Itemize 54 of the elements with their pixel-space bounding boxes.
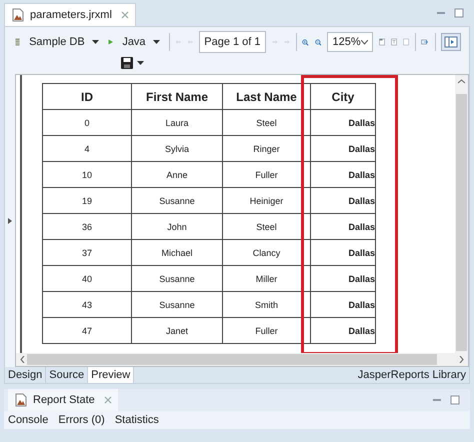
table-cell: Smith [222, 292, 310, 318]
table-cell: Clancy [222, 240, 310, 266]
table-cell: 36 [42, 214, 132, 240]
table-cell: John [132, 214, 222, 240]
table-cell: 10 [42, 162, 132, 188]
table-cell: Dallas [310, 136, 376, 162]
table-cell: Dallas [310, 188, 376, 214]
table-cell: Dallas [310, 110, 376, 136]
table-cell: Dallas [310, 214, 376, 240]
column-header: ID [42, 84, 132, 110]
table-cell: Steel [222, 110, 310, 136]
panel-title: Report State [33, 394, 95, 406]
language-dropdown[interactable]: Java [119, 36, 163, 48]
table-cell: Fuller [222, 318, 310, 344]
table-cell: 4 [42, 136, 132, 162]
table-cell: Michael [132, 240, 222, 266]
table-cell: Susanne [132, 292, 222, 318]
table-cell: Laura [132, 110, 222, 136]
table-cell: Susanne [132, 266, 222, 292]
tab-title: parameters.jrxml [30, 9, 112, 21]
table-cell: Steel [222, 214, 310, 240]
table-cell: 40 [42, 266, 132, 292]
table-cell: Dallas [310, 292, 376, 318]
editor-tab[interactable]: parameters.jrxml [4, 3, 136, 26]
table-cell: Susanne [132, 188, 222, 214]
panel-subtab[interactable]: Console [8, 414, 48, 426]
panel-subtab[interactable]: Errors (0) [58, 414, 105, 426]
table-cell: Ringer [222, 136, 310, 162]
table-cell: Dallas [310, 240, 376, 266]
column-header: City [310, 84, 376, 110]
zoom-combo[interactable]: 125% [327, 32, 373, 52]
column-header: First Name [132, 84, 222, 110]
data-adapter-dropdown[interactable]: Sample DB [26, 36, 102, 48]
editor-mode-tab[interactable]: Design [5, 367, 46, 383]
table-cell: Heiniger [222, 188, 310, 214]
table-cell: 0 [42, 110, 132, 136]
page-field[interactable]: Page 1 of 1 [199, 31, 266, 53]
table-cell: 37 [42, 240, 132, 266]
table-cell: Dallas [310, 318, 376, 344]
library-label: JasperReports Library [358, 369, 467, 381]
column-header: Last Name [222, 84, 310, 110]
table-cell: 19 [42, 188, 132, 214]
editor-mode-tab[interactable]: Preview [88, 367, 134, 383]
table-cell: Dallas [310, 266, 376, 292]
table-cell: Sylvia [132, 136, 222, 162]
table-cell: Fuller [222, 162, 310, 188]
table-cell: Miller [222, 266, 310, 292]
table-cell: Janet [132, 318, 222, 344]
table-cell: 47 [42, 318, 132, 344]
panel-tab[interactable]: Report State [8, 389, 118, 411]
table-cell: 43 [42, 292, 132, 318]
table-cell: Dallas [310, 162, 376, 188]
panel-subtab[interactable]: Statistics [114, 414, 159, 426]
table-cell: Anne [132, 162, 222, 188]
